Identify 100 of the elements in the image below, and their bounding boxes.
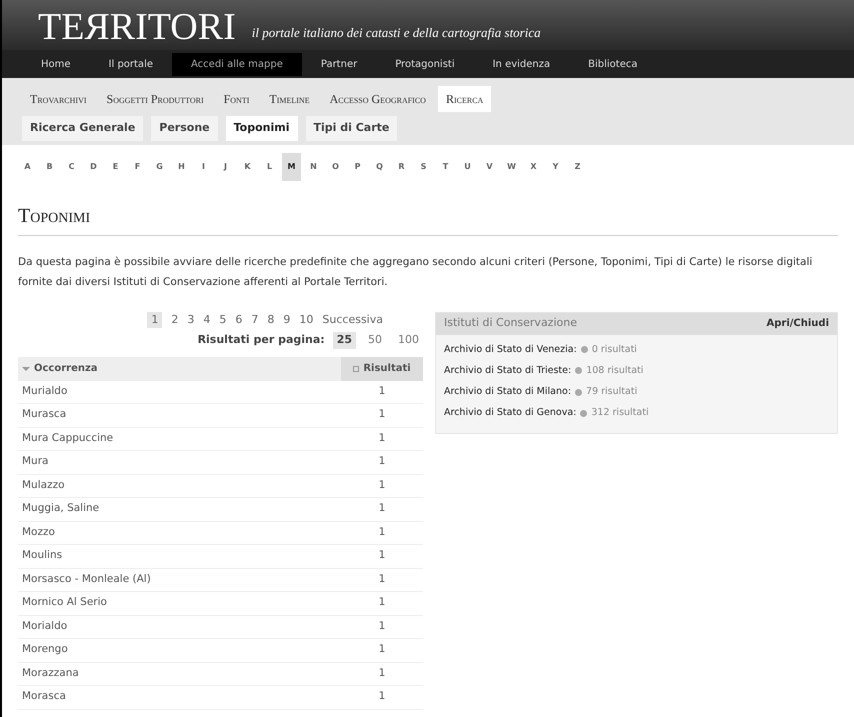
nav-link[interactable]: Home xyxy=(22,52,90,76)
column-header[interactable]: Risultati xyxy=(341,356,423,380)
letter-link[interactable]: L xyxy=(260,152,279,180)
table-cell-text: 1 xyxy=(378,430,386,446)
page-link[interactable]: 3 xyxy=(187,312,194,328)
letter-link[interactable]: F xyxy=(128,152,147,180)
page-link[interactable]: 9 xyxy=(283,312,290,328)
column-label: Occorrenza xyxy=(34,362,98,376)
letter-link[interactable]: M xyxy=(282,152,301,180)
letter-link[interactable]: U xyxy=(458,152,477,180)
table-cell[interactable]: Morasca xyxy=(18,689,341,706)
letter-link[interactable]: E xyxy=(106,152,125,180)
letter-link[interactable]: Q xyxy=(370,152,389,180)
letter-link[interactable]: R xyxy=(392,152,411,180)
nav-link[interactable]: Il portale xyxy=(90,52,172,76)
table-cell[interactable]: Morazzana xyxy=(18,666,341,682)
section-tab[interactable]: Accesso Geografico xyxy=(322,86,434,112)
letter-link[interactable]: K xyxy=(238,152,257,180)
table-cell[interactable]: Morengo xyxy=(18,642,341,658)
table-cell-text: 1 xyxy=(378,454,386,470)
letter-link[interactable]: Z xyxy=(568,152,587,180)
letter-link[interactable]: S xyxy=(414,152,433,180)
nav-link[interactable]: Partner xyxy=(302,52,376,76)
letter-link[interactable]: T xyxy=(436,152,455,180)
page-link[interactable]: 4 xyxy=(203,312,210,328)
table-cell-text: 1 xyxy=(378,407,386,422)
table-cell[interactable]: Mozzo xyxy=(18,524,341,541)
letter-link[interactable]: C xyxy=(62,152,81,180)
section-tab[interactable]: Fonti xyxy=(216,86,258,112)
letter-link[interactable]: G xyxy=(150,152,169,180)
sub-tab[interactable]: Ricerca Generale xyxy=(22,116,144,140)
letter-link[interactable]: A xyxy=(18,152,37,180)
table-cell-text: 1 xyxy=(378,384,386,399)
per-page-option[interactable]: 50 xyxy=(364,332,386,348)
letter-link[interactable]: Y xyxy=(546,152,565,180)
table-cell[interactable]: Mura xyxy=(18,454,341,470)
letter-link[interactable]: P xyxy=(348,152,367,180)
result-count: 0 risultati xyxy=(592,342,637,356)
table-cell-text: 1 xyxy=(378,501,386,516)
site-logo[interactable]: TEЯRITORI xyxy=(38,8,236,46)
panel-title: Istituti di Conservazione xyxy=(444,315,577,332)
institute-name[interactable]: Archivio di Stato di Milano: xyxy=(444,385,572,400)
nav-link[interactable]: In evidenza xyxy=(474,52,570,76)
letter-link[interactable]: X xyxy=(524,152,543,180)
table-cell[interactable]: Murasca xyxy=(18,407,341,424)
site-tagline: il portale italiano dei catasti e della cartografia storica xyxy=(252,24,541,42)
letter-link[interactable]: O xyxy=(326,152,345,180)
letter-link[interactable]: N xyxy=(304,152,323,180)
table-cell-text: 1 xyxy=(378,478,386,493)
table-cell[interactable]: Mornico Al Serio xyxy=(18,595,341,612)
table-cell[interactable]: Murialdo xyxy=(18,384,341,400)
result-count: 108 risultati xyxy=(586,364,644,378)
sort-down-icon xyxy=(22,366,30,370)
sub-tab[interactable]: Tipi di Carte xyxy=(306,116,398,140)
result-count: 312 risultati xyxy=(591,406,649,420)
nav-link[interactable]: Protagonisti xyxy=(376,52,474,76)
letter-link[interactable]: W xyxy=(502,152,521,180)
letter-link[interactable]: B xyxy=(40,152,59,180)
toggle-link[interactable]: Apri/Chiudi xyxy=(766,316,829,331)
institute-name[interactable]: Archivio di Stato di Venezia: xyxy=(444,342,577,357)
column-label: Risultati xyxy=(363,362,411,376)
letter-link[interactable]: V xyxy=(480,152,499,180)
next-page-link[interactable]: Successiva xyxy=(322,312,383,328)
page-link[interactable]: 7 xyxy=(251,312,258,328)
institute-name[interactable]: Archivio di Stato di Genova: xyxy=(444,406,576,420)
section-tab[interactable]: Timeline xyxy=(261,86,318,112)
letter-link[interactable]: D xyxy=(84,152,103,180)
nav-link[interactable]: Accedi alle mappe xyxy=(172,52,302,76)
table-cell[interactable]: Mura Cappuccine xyxy=(18,430,341,447)
table-cell[interactable]: Moulins xyxy=(18,548,341,564)
page-link[interactable]: 8 xyxy=(267,312,274,328)
letter-link[interactable]: J xyxy=(216,152,235,180)
table-cell-text: 1 xyxy=(378,666,386,681)
section-tab[interactable]: Ricerca xyxy=(438,86,492,112)
section-tab[interactable]: Soggetti Produttori xyxy=(98,86,212,112)
table-cell-text: 1 xyxy=(378,548,386,564)
section-tab[interactable]: Trovarchivi xyxy=(22,86,95,112)
page-link[interactable]: 1 xyxy=(147,312,162,328)
sub-tab[interactable]: Persone xyxy=(151,116,218,140)
table-cell-text: 1 xyxy=(378,595,386,610)
page-link[interactable]: 6 xyxy=(235,312,242,328)
table-cell-text: 1 xyxy=(378,689,386,704)
per-page-label: Risultati per pagina: xyxy=(198,332,325,348)
column-header[interactable]: Occorrenza xyxy=(18,356,341,380)
table-cell[interactable]: Muggia, Saline xyxy=(18,501,341,518)
page-link[interactable]: 10 xyxy=(299,312,314,328)
page-link[interactable]: 2 xyxy=(171,312,178,328)
per-page-option[interactable]: 100 xyxy=(394,332,423,348)
letter-link[interactable]: I xyxy=(194,152,213,180)
table-cell[interactable]: Morialdo xyxy=(18,618,341,635)
per-page-option[interactable]: 25 xyxy=(332,332,356,348)
nav-link[interactable]: Biblioteca xyxy=(569,52,657,76)
table-cell[interactable]: Morsasco - Monleale (Al) xyxy=(18,572,341,588)
sub-tab[interactable]: Toponimi xyxy=(226,116,298,140)
sort-icon xyxy=(353,366,360,372)
table-cell[interactable]: Mulazzo xyxy=(18,478,341,494)
letter-link[interactable]: H xyxy=(172,152,191,180)
intro-paragraph: Da questa pagina è possibile avviare delle ricerche predefinite che aggregano secondo alcuni criteri (Persone, Toponimi, Tipi di Carte) le risorse digitali fornite dai diversi Istituti di Conservazione afferenti al Portale Territori. xyxy=(18,254,814,290)
page-link[interactable]: 5 xyxy=(219,312,226,328)
institute-name[interactable]: Archivio di Stato di Trieste: xyxy=(444,364,572,378)
